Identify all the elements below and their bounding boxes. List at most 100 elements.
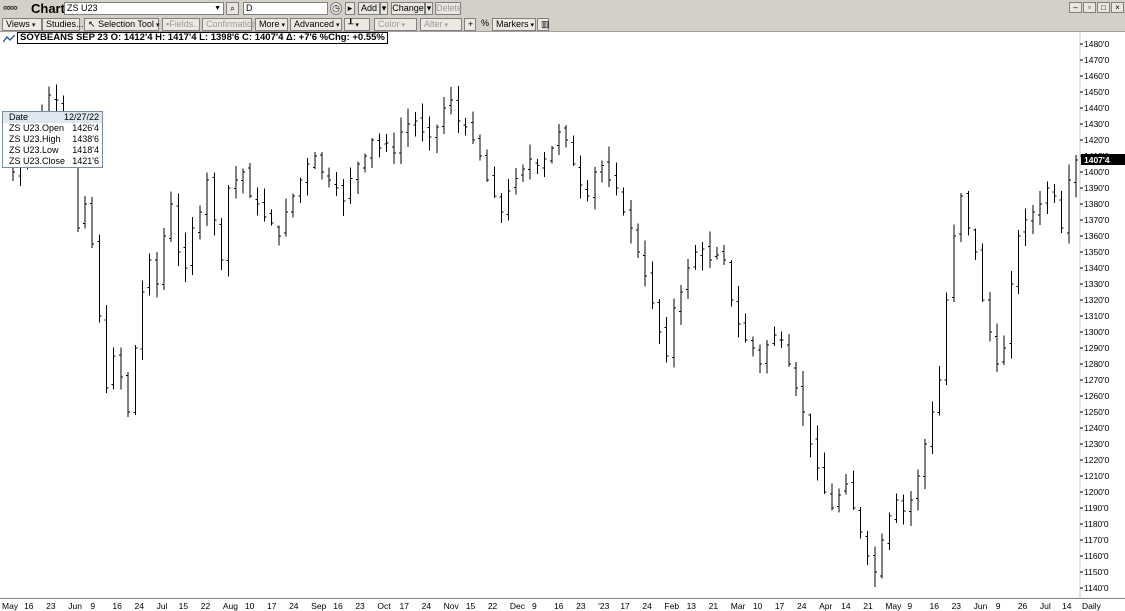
ohlc-bar[interactable] (147, 253, 152, 296)
ohlc-bar[interactable] (829, 483, 834, 511)
symbol-input[interactable]: ZS U23 ▼ (64, 2, 224, 15)
ohlc-bar[interactable] (319, 151, 324, 180)
ohlc-bar[interactable] (916, 469, 921, 511)
ohlc-bar[interactable] (585, 179, 590, 202)
ohlc-bar[interactable] (291, 193, 296, 218)
ohlc-bar[interactable] (1052, 183, 1057, 204)
ohlc-bar[interactable] (901, 494, 906, 525)
ohlc-bar[interactable] (556, 123, 561, 156)
minimize-icon[interactable]: – (1069, 2, 1082, 13)
ohlc-bar[interactable] (801, 370, 806, 427)
add-icon[interactable]: + (464, 18, 476, 31)
ohlc-bar[interactable] (384, 133, 389, 152)
ohlc-bar[interactable] (140, 280, 145, 360)
ohlc-bar[interactable] (477, 134, 482, 161)
ohlc-bar[interactable] (420, 103, 425, 142)
ohlc-bar[interactable] (341, 179, 346, 216)
ohlc-bar[interactable] (592, 167, 597, 210)
ohlc-bar[interactable] (959, 192, 964, 242)
ohlc-bar[interactable] (363, 153, 368, 173)
ohlc-bar[interactable] (793, 361, 798, 396)
ohlc-bar[interactable] (413, 112, 418, 137)
ohlc-bar[interactable] (169, 191, 174, 243)
ohlc-bar[interactable] (657, 298, 662, 344)
ohlc-bar[interactable] (485, 149, 490, 182)
ohlc-bar[interactable] (987, 292, 992, 342)
ohlc-bar[interactable] (872, 546, 877, 588)
ohlc-bar[interactable] (348, 167, 353, 205)
ohlc-bar[interactable] (521, 164, 526, 182)
symbol-search-icon[interactable]: ⌕ (226, 2, 239, 15)
ohlc-bar[interactable] (1038, 190, 1043, 226)
ohlc-bar[interactable] (973, 228, 978, 261)
ohlc-bar[interactable] (923, 438, 928, 490)
ohlc-bar[interactable] (183, 232, 188, 282)
ohlc-bar[interactable] (233, 165, 238, 199)
ohlc-bar[interactable] (226, 185, 231, 277)
ohlc-bar[interactable] (190, 217, 195, 276)
change-dropdown-icon[interactable]: ▾ (425, 2, 433, 15)
ohlc-bar[interactable] (312, 152, 317, 170)
selection-tool-button[interactable]: ↖ Selection Tool ▾ (84, 18, 159, 31)
ohlc-bar[interactable] (951, 224, 956, 302)
ohlc-bar[interactable] (506, 178, 511, 221)
advanced-button[interactable]: Advanced ▾ (290, 18, 342, 31)
ohlc-bar[interactable] (205, 172, 210, 227)
date-axis[interactable]: May 16 23 Jun 9 16 24 Jul 15 22 Aug 10 17 24 Sep 16 23 Oc… (0, 598, 1125, 611)
ohlc-bar[interactable] (930, 401, 935, 455)
ohlc-bar[interactable] (133, 345, 138, 415)
ohlc-bar[interactable] (427, 116, 432, 151)
ohlc-bar[interactable] (513, 168, 518, 195)
ohlc-bar[interactable] (944, 292, 949, 385)
ohlc-bar[interactable] (736, 285, 741, 338)
ohlc-bar[interactable] (664, 317, 669, 363)
studies-button[interactable]: Studies... (42, 18, 84, 31)
ohlc-bar[interactable] (1030, 204, 1035, 234)
ohlc-bar[interactable] (628, 199, 633, 244)
ohlc-bar[interactable] (176, 193, 181, 266)
ohlc-bar[interactable] (908, 490, 913, 527)
add-button[interactable]: Add (358, 2, 380, 15)
ohlc-bar[interactable] (406, 108, 411, 147)
price-chart[interactable]: 1480'01470'01460'01450'01440'01430'01420… (0, 32, 1125, 598)
ohlc-bar[interactable] (535, 159, 540, 175)
ohlc-bar[interactable] (1016, 230, 1021, 294)
chevron-down-icon[interactable]: ▼ (214, 3, 221, 14)
ohlc-bar[interactable] (334, 172, 339, 197)
ohlc-bar[interactable] (1066, 164, 1071, 244)
ohlc-bar[interactable] (822, 452, 827, 494)
change-button[interactable]: Change (391, 2, 425, 15)
ohlc-bar[interactable] (980, 243, 985, 303)
ohlc-bar[interactable] (104, 305, 109, 394)
ohlc-bar[interactable] (621, 187, 626, 216)
ohlc-bar[interactable] (370, 137, 375, 169)
ohlc-bar[interactable] (126, 371, 131, 417)
ohlc-bar[interactable] (1074, 154, 1078, 198)
ohlc-bar[interactable] (937, 365, 942, 416)
ohlc-bar[interactable] (492, 166, 497, 199)
ohlc-bar[interactable] (772, 326, 777, 347)
ohlc-bar[interactable] (643, 240, 648, 287)
more-button[interactable]: More ▾ (255, 18, 288, 31)
ohlc-bar[interactable] (693, 244, 698, 270)
ohlc-bar[interactable] (880, 533, 885, 579)
ohlc-bar[interactable] (111, 347, 116, 390)
trash-icon[interactable]: ▥ (537, 18, 550, 31)
ohlc-bar[interactable] (765, 340, 770, 374)
ohlc-bar[interactable] (650, 261, 655, 309)
ohlc-bar[interactable] (815, 425, 820, 481)
ohlc-bar[interactable] (750, 336, 755, 357)
ohlc-bar[interactable] (635, 223, 640, 259)
ohlc-bar[interactable] (355, 161, 360, 195)
ohlc-bar[interactable] (707, 231, 712, 269)
ohlc-bar[interactable] (894, 493, 899, 523)
restore-icon[interactable]: ▫ (1083, 2, 1096, 13)
ohlc-bar[interactable] (607, 146, 612, 188)
ohlc-bar[interactable] (851, 470, 856, 510)
ohlc-bar[interactable] (240, 168, 245, 194)
ohlc-bar[interactable] (887, 512, 892, 550)
ohlc-bar[interactable] (686, 258, 691, 299)
ohlc-bar[interactable] (442, 97, 447, 134)
maximize-icon[interactable]: □ (1097, 2, 1110, 13)
ohlc-bar[interactable] (542, 151, 547, 177)
